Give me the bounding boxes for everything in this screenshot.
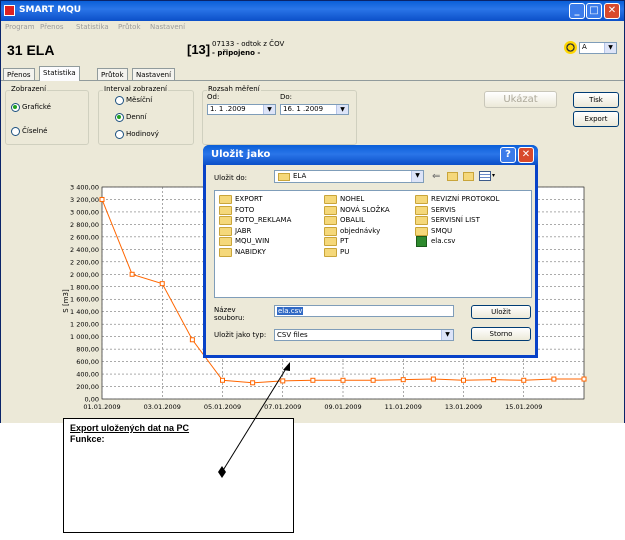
callout-arrow [218, 362, 290, 478]
callout-arrowhead [283, 362, 290, 371]
callout-line [221, 366, 288, 473]
tab-statistika[interactable]: Statistika [39, 66, 80, 81]
